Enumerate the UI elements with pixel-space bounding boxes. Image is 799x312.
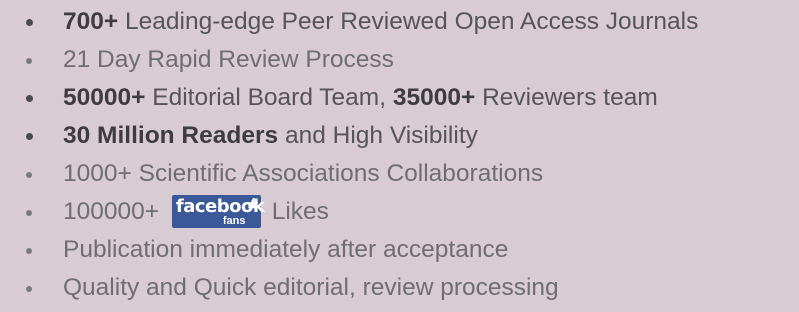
reviewers-text: Reviewers team [475, 84, 658, 111]
readers-count: 30 Million Readers [63, 122, 279, 149]
likes-text: Likes [271, 198, 329, 225]
bullet-icon [26, 133, 33, 140]
bullet-icon [26, 58, 32, 64]
list-item-quality: Quality and Quick editorial, review proc… [24, 269, 799, 307]
bullet-icon [26, 19, 33, 26]
list-item-readers: 30 Million Readers and High Visibility [24, 117, 799, 155]
bullet-icon [26, 95, 33, 102]
list-item-review-process: 21 Day Rapid Review Process [24, 41, 799, 79]
editorial-board-count: 50000+ [63, 84, 146, 111]
facebook-fans-label: fans [222, 215, 246, 227]
associations-text: 1000+ Scientific Associations Collaborat… [63, 160, 544, 187]
features-panel: 700+ Leading-edge Peer Reviewed Open Acc… [0, 0, 799, 312]
bullet-icon [26, 286, 32, 292]
editorial-board-text: Editorial Board Team, [145, 84, 393, 111]
bullet-icon [26, 248, 32, 254]
list-item-journals: 700+ Leading-edge Peer Reviewed Open Acc… [24, 3, 799, 41]
list-item-publication: Publication immediately after acceptance [24, 231, 799, 269]
journals-count: 700+ [63, 8, 119, 35]
facebook-fans-badge-icon: facebook fans [171, 195, 265, 228]
list-item-associations: 1000+ Scientific Associations Collaborat… [24, 155, 799, 193]
features-list: 700+ Leading-edge Peer Reviewed Open Acc… [0, 3, 799, 307]
list-item-editorial-board: 50000+ Editorial Board Team, 35000+ Revi… [24, 79, 799, 117]
reviewers-count: 35000+ [392, 84, 476, 111]
bullet-icon [26, 172, 32, 178]
publication-text: Publication immediately after acceptance [63, 236, 509, 263]
readers-text: and High Visibility [278, 122, 478, 149]
thumbs-up-icon [248, 197, 258, 209]
review-process-text: 21 Day Rapid Review Process [63, 46, 394, 73]
likes-count: 100000+ [63, 198, 160, 225]
bullet-icon [26, 210, 32, 216]
list-item-facebook-likes: 100000+ facebook fans Likes [24, 193, 799, 231]
quality-text: Quality and Quick editorial, review proc… [63, 274, 559, 301]
journals-text: Leading-edge Peer Reviewed Open Access J… [118, 8, 699, 35]
